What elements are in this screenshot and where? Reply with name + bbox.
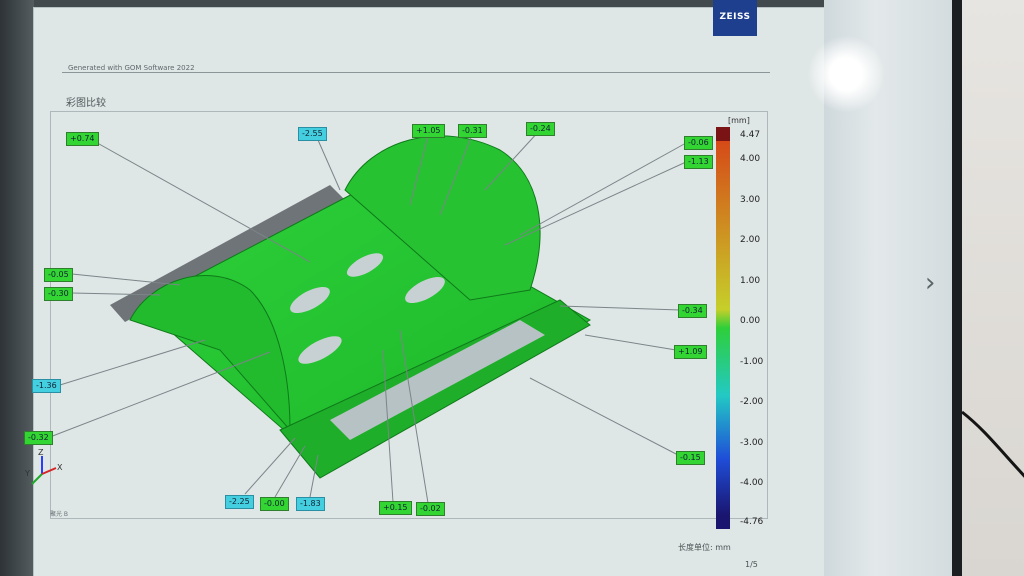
footer-units: 长度单位: mm [678,543,731,552]
deviation-label-a7: -1.13 [684,155,713,169]
deviation-label-a5: -0.24 [526,122,555,136]
deviation-label-a18: +0.15 [379,501,412,515]
axis-triad: Z X Y [24,448,63,485]
deviation-label-a13: -0.32 [24,431,53,445]
deviation-label-a14: -0.15 [676,451,705,465]
deviation-label-a15: -2.25 [225,495,254,509]
bottom-left-note: 聚光 B [50,511,69,518]
color-scale-min-label: -4.76 [740,517,764,528]
color-scale-overflow-low [716,515,730,529]
deviation-label-a10: -0.34 [678,304,707,318]
deviation-label-a17: -1.83 [296,497,325,511]
color-scale [716,127,730,529]
deviation-label-a9: -0.30 [44,287,73,301]
color-scale-tick-label: 2.00 [740,235,761,246]
deviation-label-a19: -0.02 [416,502,445,516]
deviation-label-a12: -1.36 [32,379,61,393]
color-scale-tick-label: 0.00 [740,316,761,327]
screen: › ZEISS Generated with GOM Software 2022… [0,0,1024,576]
color-scale-tick-label: -4.00 [740,478,764,489]
deviation-label-a11: +1.09 [674,345,707,359]
deviation-label-a3: +1.05 [412,124,445,138]
deviation-label-a8: -0.05 [44,268,73,282]
color-scale-tick-label: -1.00 [740,356,764,367]
deviation-label-a6: -0.06 [684,136,713,150]
page-number: 1/5 [745,560,758,569]
deviation-label-a16: -0.00 [260,497,289,511]
color-scale-tick-label: 1.00 [740,275,761,286]
deviation-label-a2: -2.55 [298,127,327,141]
axis-label-x: X [57,463,63,472]
units-header: [mm] [728,116,750,125]
color-scale-tick-label: -2.00 [740,397,764,408]
color-scale-tick-label: -3.00 [740,437,764,448]
deviation-label-a4: -0.31 [458,124,487,138]
color-scale-bar [716,141,730,515]
color-scale-max-label: 4.47 [740,130,761,141]
axis-label-y: Y [24,469,30,478]
axis-label-z: Z [38,448,44,457]
color-scale-overflow-high [716,127,730,141]
color-scale-tick-label: 4.00 [740,154,761,165]
color-scale-tick-label: 3.00 [740,194,761,205]
part-view [49,129,687,504]
deviation-label-a1: +0.74 [66,132,99,146]
